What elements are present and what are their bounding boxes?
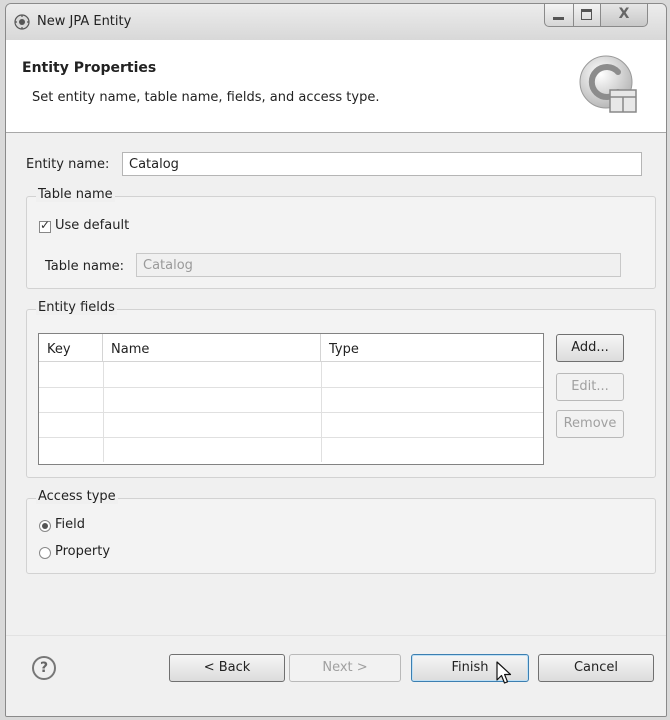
add-field-button[interactable]: Add... (556, 334, 624, 362)
access-field-label[interactable]: Field (55, 517, 85, 532)
minimize-button[interactable] (544, 4, 574, 27)
table-cell (103, 362, 322, 387)
table-row[interactable] (39, 437, 543, 462)
eclipse-app-icon (14, 14, 30, 30)
title-bar[interactable]: New JPA Entity X (6, 4, 666, 40)
next-button[interactable]: Next > (289, 654, 401, 682)
entity-name-input[interactable] (122, 152, 642, 176)
table-cell (39, 437, 104, 462)
access-type-group: Access type Field Property (26, 489, 656, 574)
use-default-checkbox[interactable] (39, 218, 51, 233)
cancel-button[interactable]: Cancel (538, 654, 654, 682)
window-title: New JPA Entity (37, 14, 132, 29)
maximize-button[interactable] (573, 4, 601, 27)
table-row[interactable] (39, 387, 543, 413)
column-header-type[interactable]: Type (321, 334, 541, 362)
column-header-key[interactable]: Key (39, 334, 103, 362)
entity-name-label: Entity name: (26, 157, 110, 172)
new-jpa-entity-dialog: New JPA Entity X Entity Properties Set e… (5, 3, 667, 717)
access-type-group-legend: Access type (36, 489, 118, 504)
table-cell (39, 387, 104, 412)
remove-field-button[interactable]: Remove (556, 410, 624, 438)
access-field-radio[interactable] (39, 520, 51, 532)
table-row[interactable] (39, 412, 543, 438)
table-cell (39, 362, 104, 387)
access-property-label[interactable]: Property (55, 544, 110, 559)
page-title: Entity Properties (22, 60, 157, 76)
table-cell (39, 412, 104, 437)
use-default-label[interactable]: Use default (55, 218, 129, 233)
table-name-label: Table name: (45, 259, 124, 274)
wizard-footer: ? < Back Next > Finish Cancel (6, 635, 666, 716)
table-cell (103, 387, 322, 412)
mouse-cursor-icon (496, 661, 512, 684)
back-button[interactable]: < Back (169, 654, 285, 682)
entity-fields-group-legend: Entity fields (36, 300, 117, 315)
edit-field-button[interactable]: Edit... (556, 373, 624, 401)
entity-fields-table[interactable]: Key Name Type (38, 333, 544, 465)
table-cell (103, 412, 322, 437)
wizard-body: Entity name: Table name Use default Tabl… (6, 133, 666, 636)
table-row[interactable] (39, 362, 543, 388)
access-property-radio[interactable] (39, 547, 51, 559)
table-name-group: Table name Use default Table name: (26, 187, 656, 289)
table-name-group-legend: Table name (36, 187, 115, 202)
close-icon: X (618, 6, 630, 22)
table-cell (103, 437, 322, 462)
table-name-input (136, 253, 621, 277)
wizard-header: Entity Properties Set entity name, table… (6, 40, 666, 133)
close-button[interactable]: X (600, 4, 648, 27)
page-description: Set entity name, table name, fields, and… (32, 90, 380, 105)
column-header-name[interactable]: Name (103, 334, 321, 362)
help-icon[interactable]: ? (32, 656, 56, 680)
jpa-entity-wizard-icon (579, 55, 637, 113)
